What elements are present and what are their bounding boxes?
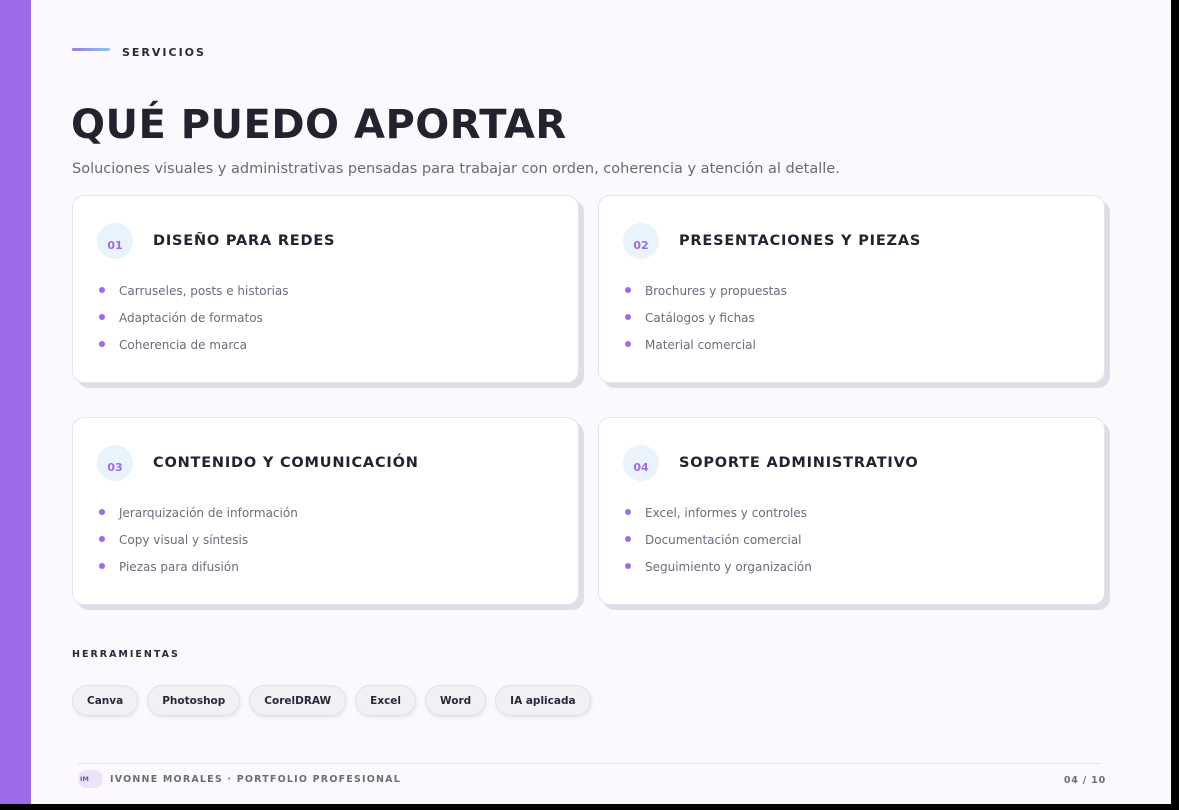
list-item-text: Adaptación de formatos bbox=[119, 310, 263, 325]
card-number: 03 bbox=[97, 445, 133, 481]
list-item-text: Coherencia de marca bbox=[119, 337, 247, 352]
card-number: 02 bbox=[623, 223, 659, 259]
list-item-text: Seguimiento y organización bbox=[645, 559, 812, 574]
list-item-text: Carruseles, posts e historias bbox=[119, 283, 289, 298]
card-list: Jerarquización de información Copy visua… bbox=[99, 499, 298, 580]
bullet-icon bbox=[625, 313, 631, 320]
tool-chip-canva: Canva bbox=[72, 685, 139, 716]
list-item-text: Material comercial bbox=[645, 337, 756, 352]
bullet-icon bbox=[625, 286, 631, 293]
author-badge: IM bbox=[78, 770, 103, 788]
bullet-icon bbox=[625, 535, 631, 542]
list-item: Jerarquización de información bbox=[99, 499, 298, 526]
card-title: CONTENIDO Y COMUNICACIÓN bbox=[153, 455, 419, 471]
list-item-text: Excel, informes y controles bbox=[645, 505, 807, 520]
eyebrow-text: SERVICIOS bbox=[122, 46, 206, 59]
list-item-text: Catálogos y fichas bbox=[645, 310, 755, 325]
service-card-admin: 04 SOPORTE ADMINISTRATIVO Excel, informe… bbox=[598, 417, 1105, 605]
page-title: QUÉ PUEDO APORTAR bbox=[71, 102, 567, 148]
footer-divider bbox=[78, 763, 1101, 764]
tool-chip-photoshop: Photoshop bbox=[147, 685, 241, 716]
list-item: Excel, informes y controles bbox=[625, 499, 812, 526]
bullet-icon bbox=[625, 562, 631, 569]
list-item: Seguimiento y organización bbox=[625, 553, 812, 580]
bullet-icon bbox=[99, 535, 105, 542]
service-card-content: 03 CONTENIDO Y COMUNICACIÓN Jerarquizaci… bbox=[72, 417, 579, 605]
card-title: DISEÑO PARA REDES bbox=[153, 233, 336, 249]
list-item-text: Copy visual y síntesis bbox=[119, 532, 249, 547]
list-item: Brochures y propuestas bbox=[625, 277, 787, 304]
list-item: Material comercial bbox=[625, 331, 787, 358]
card-title: SOPORTE ADMINISTRATIVO bbox=[679, 455, 919, 471]
page-subtitle: Soluciones visuales y administrativas pe… bbox=[72, 161, 840, 177]
card-number: 04 bbox=[623, 445, 659, 481]
list-item: Piezas para difusión bbox=[99, 553, 298, 580]
tool-chip-ia: IA aplicada bbox=[495, 685, 591, 716]
service-card-presentations: 02 PRESENTACIONES Y PIEZAS Brochures y p… bbox=[598, 195, 1105, 383]
accent-bar bbox=[0, 0, 31, 804]
tools-chips: Canva Photoshop CorelDRAW Excel Word IA … bbox=[72, 685, 600, 716]
tool-chip-word: Word bbox=[425, 685, 487, 716]
card-list: Carruseles, posts e historias Adaptación… bbox=[99, 277, 289, 358]
eyebrow: SERVICIOS bbox=[72, 46, 206, 59]
list-item-text: Brochures y propuestas bbox=[645, 283, 787, 298]
footer: IM IVONNE MORALES · PORTFOLIO PROFESIONA… bbox=[78, 770, 401, 788]
slide: SERVICIOS QUÉ PUEDO APORTAR Soluciones v… bbox=[0, 0, 1171, 804]
list-item-text: Jerarquización de información bbox=[119, 505, 298, 520]
tools-label: HERRAMIENTAS bbox=[72, 649, 180, 660]
card-list: Excel, informes y controles Documentació… bbox=[625, 499, 812, 580]
footer-text: IVONNE MORALES · PORTFOLIO PROFESIONAL bbox=[110, 773, 401, 785]
bullet-icon bbox=[99, 340, 105, 347]
bullet-icon bbox=[625, 508, 631, 515]
bullet-icon bbox=[99, 286, 105, 293]
bullet-icon bbox=[99, 562, 105, 569]
bullet-icon bbox=[625, 340, 631, 347]
list-item: Adaptación de formatos bbox=[99, 304, 289, 331]
list-item: Copy visual y síntesis bbox=[99, 526, 298, 553]
service-card-design: 01 DISEÑO PARA REDES Carruseles, posts e… bbox=[72, 195, 579, 383]
bullet-icon bbox=[99, 508, 105, 515]
card-title: PRESENTACIONES Y PIEZAS bbox=[679, 233, 922, 249]
list-item-text: Piezas para difusión bbox=[119, 559, 239, 574]
eyebrow-line bbox=[72, 48, 110, 51]
tool-chip-excel: Excel bbox=[355, 685, 417, 716]
bullet-icon bbox=[99, 313, 105, 320]
list-item-text: Documentación comercial bbox=[645, 532, 802, 547]
list-item: Carruseles, posts e historias bbox=[99, 277, 289, 304]
tool-chip-coreldraw: CorelDRAW bbox=[249, 685, 347, 716]
card-list: Brochures y propuestas Catálogos y ficha… bbox=[625, 277, 787, 358]
list-item: Documentación comercial bbox=[625, 526, 812, 553]
list-item: Coherencia de marca bbox=[99, 331, 289, 358]
list-item: Catálogos y fichas bbox=[625, 304, 787, 331]
card-number: 01 bbox=[97, 223, 133, 259]
page-number: 04 / 10 bbox=[1063, 775, 1106, 786]
